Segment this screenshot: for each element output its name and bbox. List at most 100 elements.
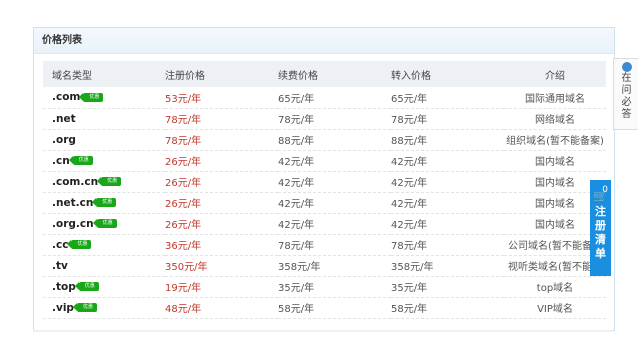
transfer-price-cell: 42元/年 [391,157,428,168]
domain-cell: .cc 优惠 [43,234,165,255]
renew-price-cell: 88元/年 [278,136,315,147]
intro-cell: 国内域名 [535,157,575,168]
intro-cell: 组织域名(暂不能备案) [506,136,604,147]
discount-tag-icon: 优惠 [92,198,117,207]
table-row: .org.cn 优惠 26元/年 42元/年 42元/年 国内域名 [43,213,606,234]
transfer-price-cell: 88元/年 [391,136,428,147]
discount-tag-icon: 优惠 [72,303,97,312]
header-domain-type: 域名类型 [52,70,92,82]
domain-label: .org [52,133,76,146]
divider [33,330,613,332]
table-row: .com.cn 优惠 26元/年 42元/年 42元/年 国内域名 [43,171,606,192]
domain-label: .cn [52,154,70,167]
register-price-cell: 78元/年 [165,115,202,126]
discount-tag-icon: 优惠 [92,219,117,228]
transfer-price-cell: 42元/年 [391,220,428,231]
domain-cell: .net [43,108,165,129]
faq-char: 在 [621,73,632,84]
domain-label: .vip [52,301,74,314]
transfer-price-cell: 65元/年 [391,93,428,105]
domain-label: .com [52,91,81,104]
header-transfer-price: 转入价格 [391,70,431,82]
table-row: .net.cn 优惠 26元/年 42元/年 42元/年 国内域名 [43,192,606,213]
discount-tag-icon: 优惠 [97,177,122,186]
renew-price-cell: 35元/年 [278,283,315,294]
price-list-panel: 价格列表 域名类型 注册价格 续费价格 转入价格 介绍 .com 优惠 53元/年 6… [33,27,615,331]
register-price-cell: 26元/年 [165,157,202,168]
transfer-price-cell: 58元/年 [391,304,428,315]
table-row: .tv 350元/年 358元/年 358元/年 视听类域名(暂不能备 [43,255,606,276]
header-intro: 介绍 [545,70,565,82]
domain-cell: .net.cn 优惠 [43,192,165,213]
intro-cell: top域名 [536,283,574,294]
header-renew-price: 续费价格 [278,70,318,82]
help-icon [621,62,632,72]
renew-price-cell: 42元/年 [278,178,315,189]
domain-cell: .com.cn 优惠 [43,171,165,192]
renew-price-cell: 78元/年 [278,115,315,126]
cart-label-char: 注 [595,205,606,218]
domain-label: .net [52,112,76,125]
transfer-price-cell: 42元/年 [391,178,428,189]
domain-cell: .tv [43,255,165,276]
renew-price-cell: 58元/年 [278,304,315,315]
domain-label: .org.cn [52,217,94,230]
discount-tag-icon: 优惠 [79,92,104,102]
transfer-price-cell: 35元/年 [391,283,428,294]
table-row: .net 78元/年 78元/年 78元/年 网络域名 [43,108,606,129]
header-register-price: 注册价格 [165,70,205,82]
register-price-cell: 350元/年 [165,262,208,273]
table-row: .org 78元/年 88元/年 88元/年 组织域名(暂不能备案) [43,129,606,150]
intro-cell: VIP域名 [537,304,573,315]
transfer-price-cell: 78元/年 [391,241,428,252]
price-table: 域名类型 注册价格 续费价格 转入价格 介绍 .com 优惠 53元/年 65元/年 6… [43,61,606,319]
table-row: .vip 优惠 48元/年 58元/年 58元/年 VIP域名 [43,297,606,318]
register-price-cell: 26元/年 [165,220,202,231]
domain-label: .cc [52,238,69,251]
domain-label: .net.cn [52,196,94,209]
domain-cell: .cn 优惠 [43,150,165,171]
register-price-cell: 26元/年 [165,199,202,210]
faq-char: 问 [621,85,632,96]
faq-char: 答 [621,109,632,120]
cart-label-char: 清 [595,233,606,246]
registration-cart-button[interactable]: 0 🛒 注册清单 [590,180,611,276]
domain-label: .com.cn [52,175,99,188]
domain-cell: .com 优惠 [43,87,165,108]
table-row: .top 优惠 19元/年 35元/年 35元/年 top域名 [43,276,606,297]
intro-cell: 网络域名 [535,115,575,126]
transfer-price-cell: 42元/年 [391,199,428,210]
register-price-cell: 53元/年 [165,93,202,105]
renew-price-cell: 358元/年 [278,262,321,273]
register-price-cell: 36元/年 [165,241,202,252]
domain-cell: .org [43,129,165,150]
renew-price-cell: 42元/年 [278,199,315,210]
renew-price-cell: 78元/年 [278,241,315,252]
intro-cell: 国际通用域名 [525,93,585,105]
table-row: .cn 优惠 26元/年 42元/年 42元/年 国内域名 [43,150,606,171]
renew-price-cell: 42元/年 [278,157,315,168]
discount-tag-icon: 优惠 [67,240,92,249]
register-price-cell: 78元/年 [165,136,202,147]
domain-cell: .top 优惠 [43,276,165,297]
cart-count: 0 [602,185,608,195]
domain-label: .top [52,280,76,293]
transfer-price-cell: 78元/年 [391,115,428,126]
register-price-cell: 19元/年 [165,283,202,294]
table-header-row: 域名类型 注册价格 续费价格 转入价格 介绍 [43,61,606,87]
renew-price-cell: 65元/年 [278,93,315,105]
discount-tag-icon: 优惠 [68,156,93,165]
register-price-cell: 26元/年 [165,178,202,189]
table-row: .cc 优惠 36元/年 78元/年 78元/年 公司域名(暂不能备案 [43,234,606,255]
panel-title: 价格列表 [34,28,614,54]
table-row: .com 优惠 53元/年 65元/年 65元/年 国际通用域名 [43,87,606,108]
discount-tag-icon: 优惠 [74,282,99,291]
cart-label-char: 单 [595,247,606,260]
faq-float-panel[interactable]: 在问必答 [613,58,638,130]
domain-cell: .org.cn 优惠 [43,213,165,234]
renew-price-cell: 42元/年 [278,220,315,231]
cart-label: 注册清单 [590,205,611,261]
faq-char: 必 [621,97,632,108]
register-price-cell: 48元/年 [165,304,202,315]
domain-label: .tv [52,259,68,272]
